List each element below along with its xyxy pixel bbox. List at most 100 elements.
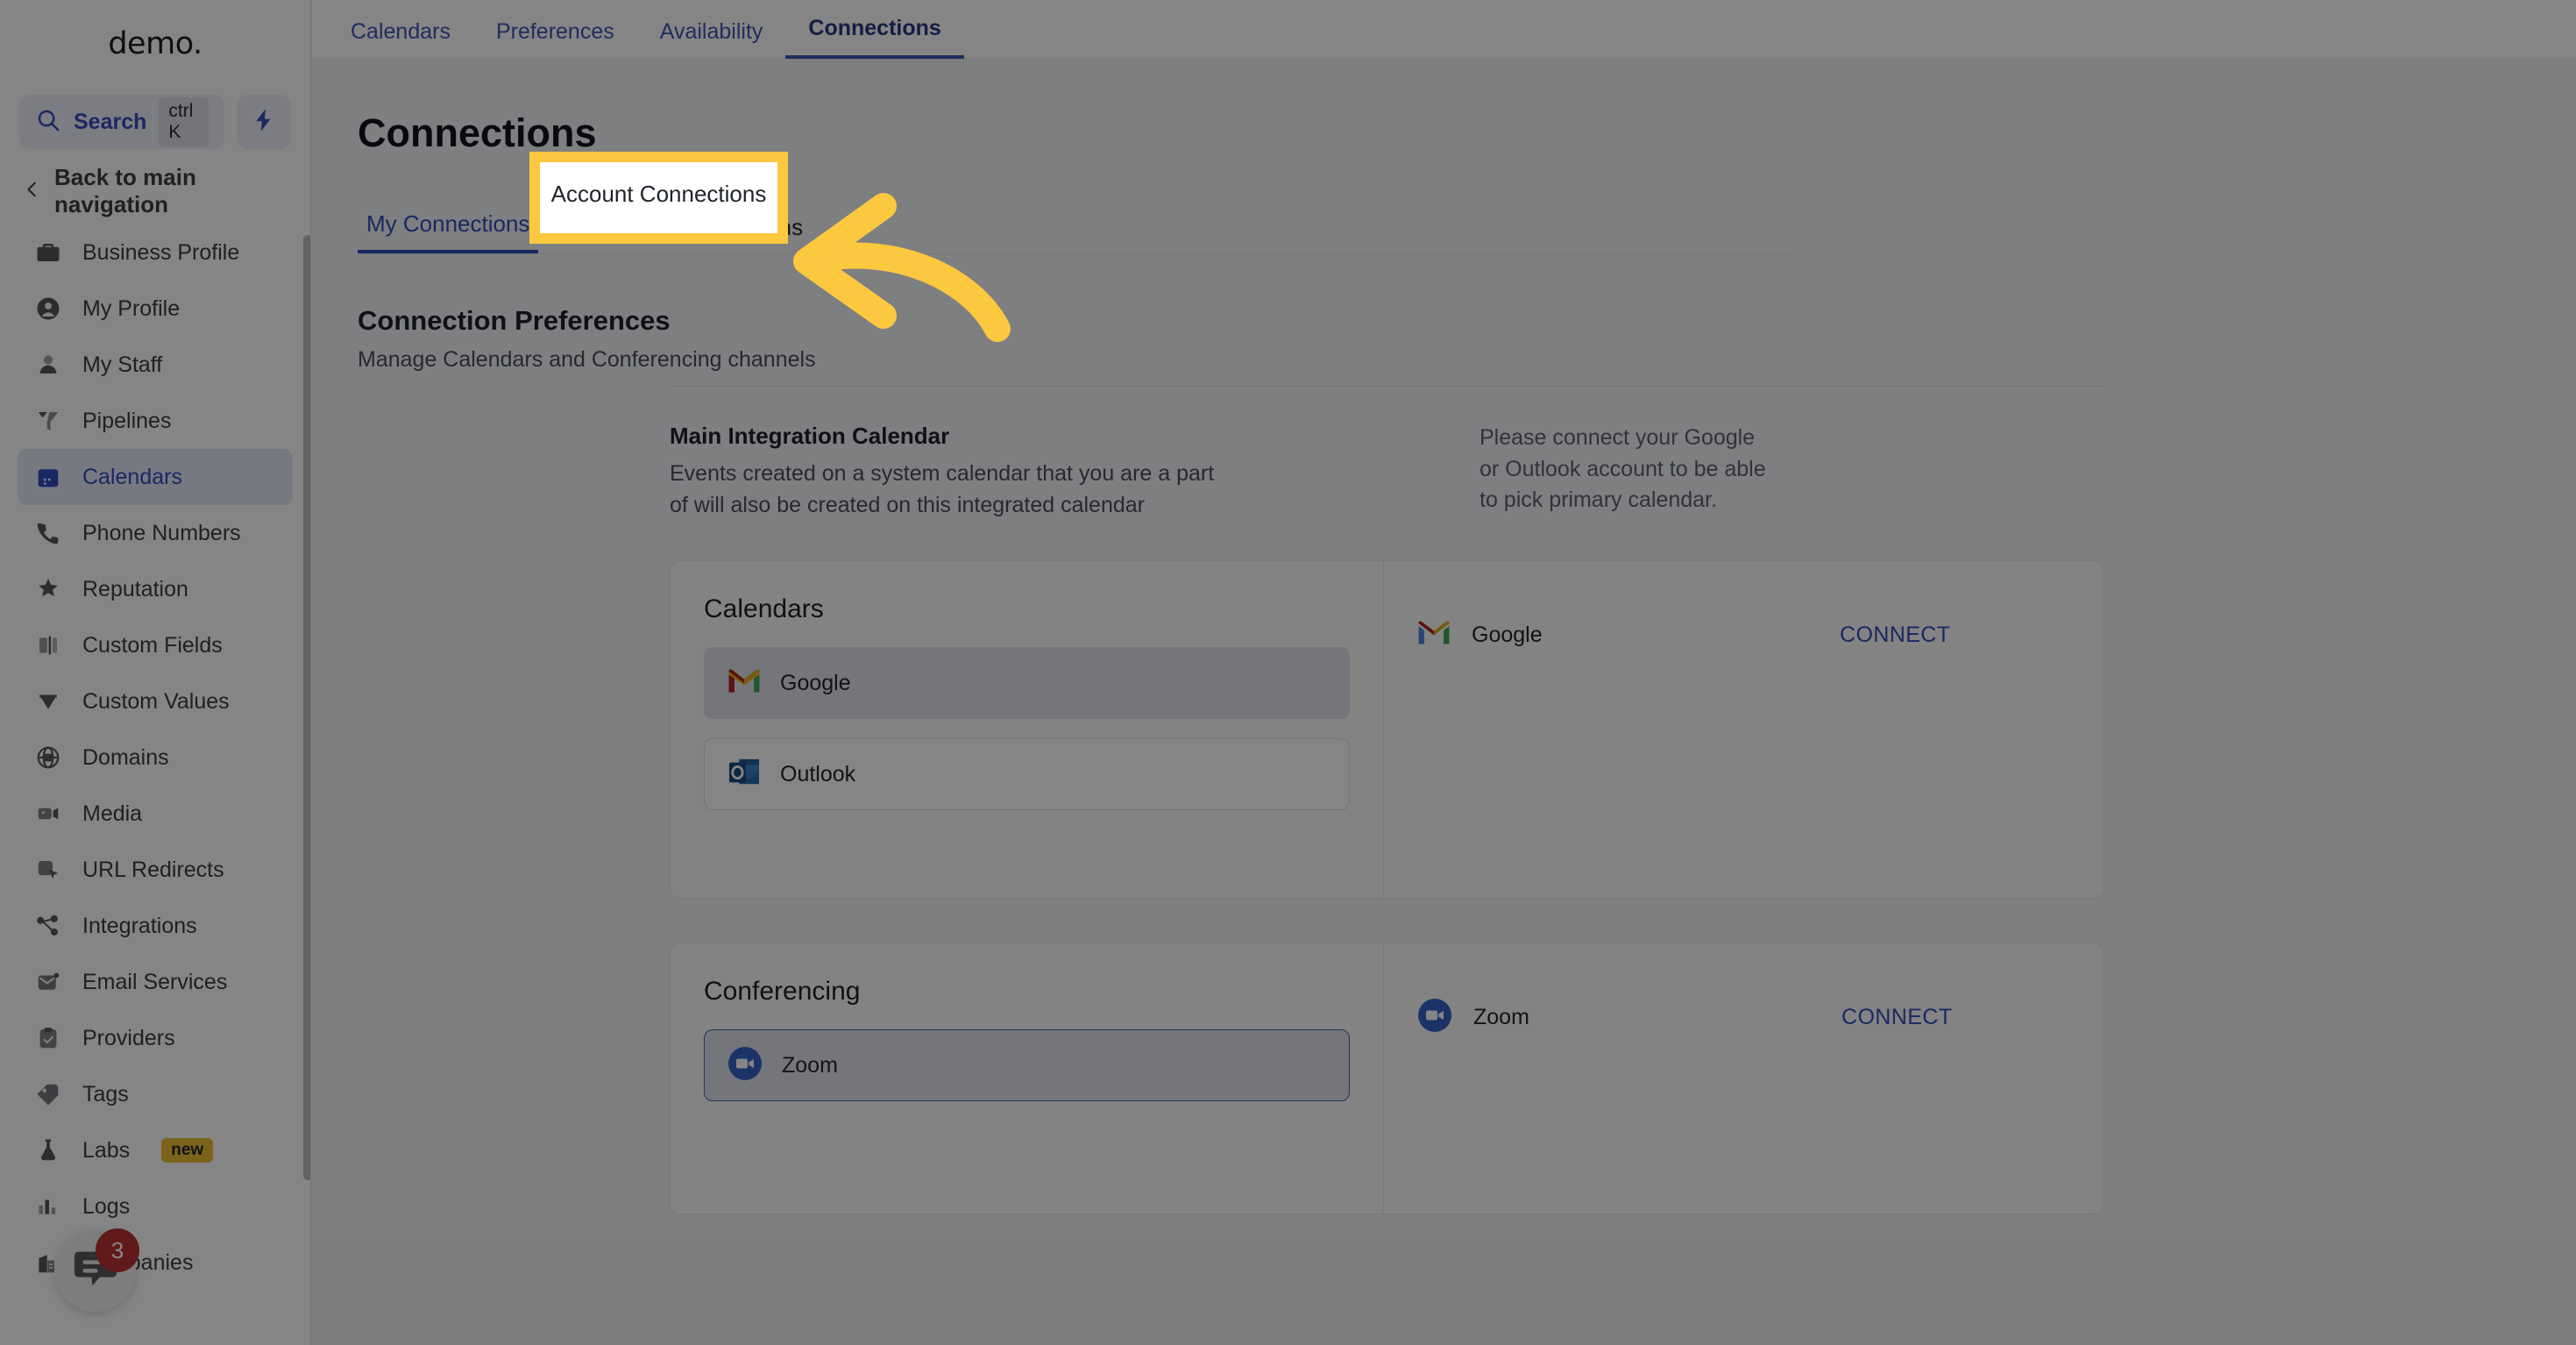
sidebar-item-label: Logs <box>82 1193 131 1219</box>
flask-icon <box>33 1135 63 1165</box>
sidebar-item-label: Calendars <box>82 464 182 489</box>
sidebar-item-reputation[interactable]: Reputation <box>18 561 293 617</box>
main-content: Calendars Preferences Availability Conne… <box>312 0 2576 1345</box>
video-camera-icon <box>33 799 63 829</box>
calendars-card-left: Calendars Google Outlook <box>671 561 1384 898</box>
brand-logo: demo. <box>0 0 310 88</box>
conferencing-card-heading: Conferencing <box>704 977 861 1006</box>
calendar-option-label: Outlook <box>780 761 856 786</box>
search-input[interactable]: Search ctrl K <box>19 95 224 149</box>
sidebar: demo. Search ctrl K Back to main navigat… <box>0 0 311 1345</box>
calendars-card: Calendars Google Outlook Google CONNECT <box>670 560 2104 899</box>
back-label: Back to main navigation <box>54 164 196 217</box>
search-icon <box>35 107 61 138</box>
sidebar-item-label: Reputation <box>82 576 188 601</box>
calendars-card-right: Google CONNECT <box>1384 561 2104 898</box>
search-shortcut: ctrl K <box>159 97 209 146</box>
tab-preferences[interactable]: Preferences <box>473 19 637 59</box>
phone-icon <box>33 518 63 548</box>
brand-name: demo <box>108 26 193 61</box>
section-subtitle: Manage Calendars and Conferencing channe… <box>358 347 816 372</box>
sidebar-item-providers[interactable]: Providers <box>18 1010 293 1066</box>
sidebar-item-url-redirects[interactable]: URL Redirects <box>18 842 293 898</box>
sidebar-item-label: Custom Values <box>82 688 230 714</box>
tab-connections[interactable]: Connections <box>785 16 964 59</box>
sidebar-item-label: My Profile <box>82 295 181 321</box>
footer-strip <box>312 1239 2576 1345</box>
sidebar-item-tags[interactable]: Tags <box>18 1066 293 1122</box>
mic-note: Please connect your Google or Outlook ac… <box>1480 425 1766 512</box>
sidebar-item-label: Tags <box>82 1081 129 1107</box>
connection-row-zoom: Zoom CONNECT <box>1417 994 2062 1040</box>
sidebar-item-label: Phone Numbers <box>82 520 241 545</box>
user-circle-icon <box>33 294 63 324</box>
sidebar-item-email-services[interactable]: Email Services <box>18 954 293 1010</box>
chat-widget-button[interactable]: 3 <box>54 1228 139 1312</box>
user-icon <box>33 350 63 380</box>
tag-icon <box>33 1079 63 1109</box>
funnel-icon <box>33 406 63 436</box>
cursor-click-icon <box>33 855 63 885</box>
chat-unread-badge: 3 <box>96 1228 139 1272</box>
chevron-left-icon <box>23 178 42 205</box>
sidebar-item-my-profile[interactable]: My Profile <box>18 281 293 337</box>
main-integration-calendar: Main Integration Calendar Events created… <box>670 423 2107 521</box>
sidebar-item-pipelines[interactable]: Pipelines <box>18 393 293 449</box>
quick-actions-button[interactable] <box>237 95 291 149</box>
tab-availability[interactable]: Availability <box>637 19 786 59</box>
bar-chart-icon <box>33 1192 63 1221</box>
sidebar-item-label: Integrations <box>82 913 197 938</box>
globe-icon <box>33 743 63 772</box>
sub-tab-bar: My Connections Account Connections <box>358 205 1795 254</box>
sidebar-item-label: Providers <box>82 1025 175 1050</box>
gmail-icon <box>727 668 761 699</box>
calendar-option-outlook[interactable]: Outlook <box>704 738 1350 810</box>
conferencing-option-zoom[interactable]: Zoom <box>704 1029 1350 1101</box>
sidebar-item-label: URL Redirects <box>82 857 224 882</box>
envelope-icon <box>33 967 63 997</box>
brand-suffix: . <box>193 26 202 61</box>
calendar-option-google[interactable]: Google <box>704 647 1350 719</box>
conferencing-card-left: Conferencing Zoom <box>671 943 1384 1213</box>
sidebar-item-custom-fields[interactable]: Custom Fields <box>18 617 293 673</box>
connect-zoom-button[interactable]: CONNECT <box>1842 1005 1952 1030</box>
gem-icon <box>33 687 63 716</box>
subtab-my-connections[interactable]: My Connections <box>358 210 539 253</box>
sidebar-item-label: My Staff <box>82 352 163 377</box>
zoom-icon <box>1417 998 1452 1037</box>
sidebar-item-business-profile[interactable]: Business Profile <box>18 224 293 281</box>
app-root: demo. Search ctrl K Back to main navigat… <box>0 0 2576 1345</box>
sidebar-item-phone-numbers[interactable]: Phone Numbers <box>18 505 293 561</box>
clipboard-check-icon <box>33 1023 63 1053</box>
calendar-icon <box>33 462 63 492</box>
lightning-bolt-icon <box>251 107 277 138</box>
sidebar-item-calendars[interactable]: Calendars <box>18 449 293 505</box>
sidebar-item-logs[interactable]: Logs <box>18 1178 293 1235</box>
sidebar-item-label: Labs <box>82 1137 131 1163</box>
page-title: Connections <box>358 110 597 155</box>
connection-name: Google <box>1472 622 1543 647</box>
sidebar-item-labs[interactable]: Labs new <box>18 1122 293 1178</box>
sidebar-item-my-staff[interactable]: My Staff <box>18 337 293 393</box>
search-label: Search <box>74 109 147 134</box>
sidebar-scrollbar[interactable] <box>303 235 310 1180</box>
outlook-icon <box>727 758 761 792</box>
connect-google-button[interactable]: CONNECT <box>1840 623 1950 648</box>
back-to-main-navigation[interactable]: Back to main navigation <box>0 158 310 224</box>
conferencing-option-label: Zoom <box>782 1052 838 1078</box>
sidebar-item-label: Domains <box>82 744 169 770</box>
sidebar-item-custom-values[interactable]: Custom Values <box>18 673 293 729</box>
sidebar-item-label: Business Profile <box>82 239 240 265</box>
subtab-account-connections[interactable]: Account Connections <box>578 214 812 253</box>
connection-name: Zoom <box>1473 1004 1529 1029</box>
sidebar-nav: Business Profile My Profile My Staff Pip… <box>0 224 310 1291</box>
sidebar-item-media[interactable]: Media <box>18 786 293 842</box>
sidebar-item-domains[interactable]: Domains <box>18 729 293 786</box>
calendar-option-label: Google <box>780 670 851 695</box>
sidebar-item-label: Media <box>82 801 143 826</box>
top-tab-bar: Calendars Preferences Availability Conne… <box>312 0 2576 60</box>
tab-calendars[interactable]: Calendars <box>328 19 473 59</box>
section-divider <box>670 386 2104 387</box>
sidebar-item-integrations[interactable]: Integrations <box>18 898 293 954</box>
sidebar-item-label: Pipelines <box>82 408 172 433</box>
